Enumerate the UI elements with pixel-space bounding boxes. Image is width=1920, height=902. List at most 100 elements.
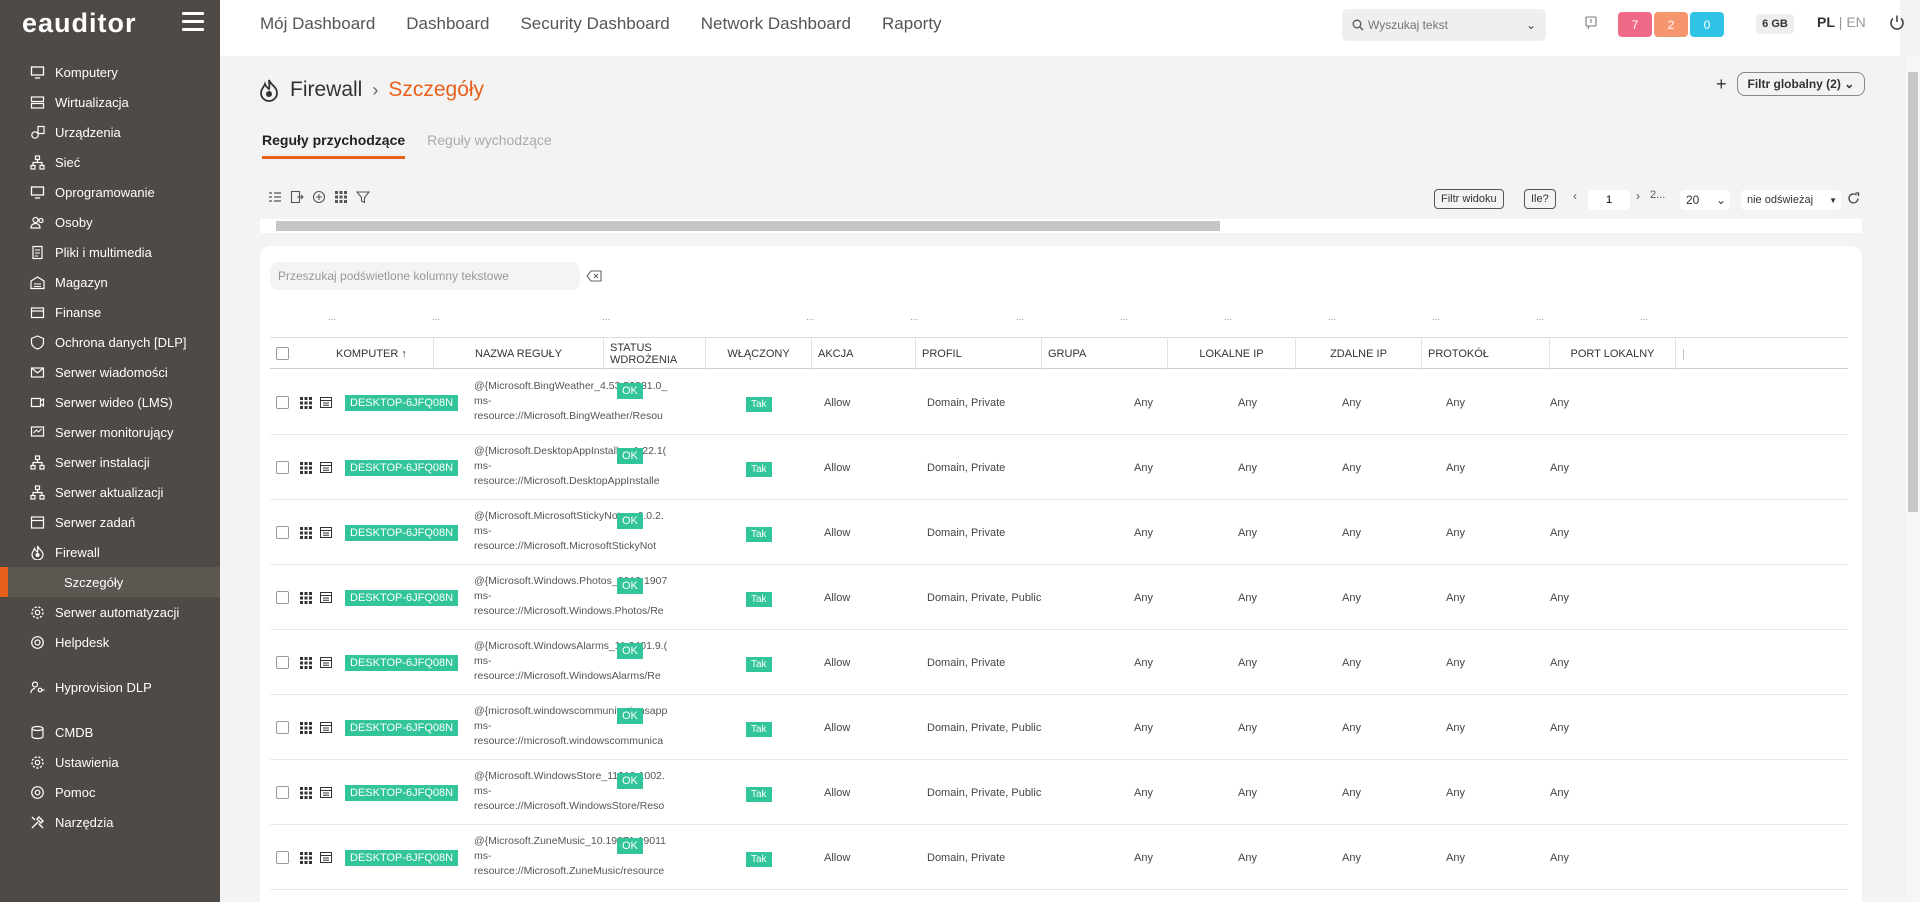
add-filter-icon[interactable]: + [1716, 74, 1727, 95]
table-row[interactable]: DESKTOP-6JFQ08N @{Microsoft.WindowsStore_… [270, 760, 1848, 825]
sidebar-item-pomoc[interactable]: Pomoc [0, 777, 220, 807]
column-filter-icon[interactable]: ... [1432, 312, 1440, 323]
table-row[interactable]: DESKTOP-6JFQ08N @{Microsoft.DesktopAppIns… [270, 435, 1848, 500]
col-computer[interactable]: KOMPUTER ↑ [330, 338, 434, 369]
details-icon[interactable] [320, 592, 332, 603]
next-page-icon[interactable]: › [1636, 189, 1640, 203]
row-checkbox[interactable] [276, 526, 289, 539]
topnav-security-dashboard[interactable]: Security Dashboard [520, 14, 669, 34]
sidebar-item-ochrona-danych-dlp[interactable]: Ochrona danych [DLP] [0, 327, 220, 357]
sidebar-item-serwer-automatyzacji[interactable]: Serwer automatyzacji [0, 597, 220, 627]
row-checkbox[interactable] [276, 721, 289, 734]
breadcrumb-section[interactable]: Firewall [290, 78, 362, 102]
row-checkbox[interactable] [276, 786, 289, 799]
rule-name[interactable]: @{Microsoft.DesktopAppInstaller_1.22.1(m… [474, 444, 674, 489]
sidebar-item-serwer-aktualizacji[interactable]: Serwer aktualizacji [0, 477, 220, 507]
power-icon[interactable] [1888, 14, 1906, 32]
vertical-scrollbar[interactable] [1906, 56, 1920, 902]
refresh-select[interactable]: nie odświeżaj ▼ [1741, 190, 1841, 210]
column-filter-icon[interactable]: ... [432, 312, 440, 323]
alert-badge-critical[interactable]: 7 [1618, 12, 1652, 37]
column-filter-icon[interactable]: ... [806, 312, 814, 323]
column-filter-icon[interactable]: ... [1640, 312, 1648, 323]
sidebar-item-hyprovision-dlp[interactable]: Hyprovision DLP [0, 672, 220, 702]
count-button[interactable]: Ile? [1524, 189, 1556, 209]
row-checkbox[interactable] [276, 396, 289, 409]
rule-name[interactable]: @{Microsoft.Windows.Photos_2019.1907 ms-r… [474, 574, 674, 619]
table-row[interactable]: DESKTOP-6JFQ08N @{Microsoft.WindowsAlarms… [270, 630, 1848, 695]
notification-icon[interactable] [1584, 16, 1598, 30]
table-row[interactable]: DESKTOP-6JFQ08N @{Microsoft.ZuneMusic_10.… [270, 825, 1848, 890]
export-icon[interactable] [290, 190, 304, 204]
computer-tag[interactable]: DESKTOP-6JFQ08N [345, 589, 459, 606]
sidebar-item-pliki-i-multimedia[interactable]: Pliki i multimedia [0, 237, 220, 267]
scrollbar-thumb[interactable] [276, 221, 1220, 231]
column-filter-icon[interactable]: ... [1016, 312, 1024, 323]
details-icon[interactable] [320, 527, 332, 538]
page-number-input[interactable] [1588, 190, 1630, 210]
details-icon[interactable] [320, 722, 332, 733]
computer-tag[interactable]: DESKTOP-6JFQ08N [345, 524, 459, 541]
table-row[interactable]: DESKTOP-6JFQ08N @{Microsoft.BingWeather_4… [270, 370, 1848, 435]
rule-name[interactable]: @{Microsoft.WindowsStore_11910.1002. ms-r… [474, 769, 674, 814]
topnav-dashboard[interactable]: Dashboard [406, 14, 489, 34]
rule-name[interactable]: @{Microsoft.WindowsAlarms_11.2401.9.(ms-… [474, 639, 674, 684]
sidebar-item-narzędzia[interactable]: Narzędzia [0, 807, 220, 837]
col-profile[interactable]: PROFIL [916, 338, 1042, 369]
table-row[interactable]: DESKTOP-6JFQ08N @{microsoft.windowscommun… [270, 695, 1848, 760]
sidebar-item-sieć[interactable]: Sieć [0, 147, 220, 177]
sidebar-item-oprogramowanie[interactable]: Oprogramowanie [0, 177, 220, 207]
table-row[interactable]: DESKTOP-6JFQ08N @{Microsoft.MicrosoftStic… [270, 500, 1848, 565]
grid-icon[interactable] [300, 786, 312, 799]
computer-tag[interactable]: DESKTOP-6JFQ08N [345, 719, 459, 736]
sidebar-item-serwer-wiadomości[interactable]: Serwer wiadomości [0, 357, 220, 387]
global-search[interactable]: ⌄ [1342, 9, 1546, 41]
horizontal-scrollbar[interactable] [260, 219, 1862, 233]
grid-icon[interactable] [334, 190, 348, 204]
sidebar-item-magazyn[interactable]: Magazyn [0, 267, 220, 297]
clear-search-icon[interactable] [586, 270, 602, 282]
col-local-port[interactable]: PORT LOKALNY [1550, 338, 1676, 369]
details-icon[interactable] [320, 397, 332, 408]
grid-icon[interactable] [300, 461, 312, 474]
grid-icon[interactable] [300, 851, 312, 864]
sidebar-item-finanse[interactable]: Finanse [0, 297, 220, 327]
language-switch[interactable]: PL | EN [1817, 14, 1866, 30]
next-page-label[interactable]: 2... [1650, 189, 1665, 201]
grid-icon[interactable] [300, 591, 312, 604]
sidebar-item-ustawienia[interactable]: Ustawienia [0, 747, 220, 777]
sidebar-item-serwer-monitorujący[interactable]: Serwer monitorujący [0, 417, 220, 447]
col-more[interactable]: | [1676, 338, 1696, 369]
tab-inbound-rules[interactable]: Reguły przychodzące [262, 132, 406, 159]
tree-list-icon[interactable] [268, 190, 282, 204]
topnav-my-dashboard[interactable]: Mój Dashboard [260, 14, 375, 34]
alert-badge-warning[interactable]: 2 [1654, 12, 1688, 37]
rule-name[interactable]: @{Microsoft.BingWeather_4.53.52331.0_ ms-… [474, 379, 674, 424]
sidebar-item-osoby[interactable]: Osoby [0, 207, 220, 237]
row-checkbox[interactable] [276, 656, 289, 669]
col-action[interactable]: AKCJA [812, 338, 916, 369]
per-page-select[interactable]: 20 ⌄ [1680, 190, 1730, 210]
details-icon[interactable] [320, 657, 332, 668]
details-icon[interactable] [320, 462, 332, 473]
row-checkbox[interactable] [276, 591, 289, 604]
col-enabled[interactable]: WŁĄCZONY [706, 338, 812, 369]
sidebar-item-cmdb[interactable]: CMDB [0, 717, 220, 747]
grid-icon[interactable] [300, 396, 312, 409]
column-filter-icon[interactable]: ... [1224, 312, 1232, 323]
col-remote-ip[interactable]: ZDALNE IP [1296, 338, 1422, 369]
row-checkbox[interactable] [276, 851, 289, 864]
search-input[interactable] [1368, 18, 1518, 32]
col-local-ip[interactable]: LOKALNE IP [1168, 338, 1296, 369]
grid-icon[interactable] [300, 721, 312, 734]
details-icon[interactable] [320, 852, 332, 863]
sidebar-item-komputery[interactable]: Komputery [0, 57, 220, 87]
brand-logo[interactable]: eauditor [22, 8, 137, 39]
column-filter-icon[interactable]: ... [1536, 312, 1544, 323]
sidebar-item-helpdesk[interactable]: Helpdesk [0, 627, 220, 657]
view-filter-button[interactable]: Filtr widoku [1434, 189, 1504, 209]
sidebar-item-szczegóły[interactable]: Szczegóły [0, 567, 220, 597]
column-filter-icon[interactable]: ... [910, 312, 918, 323]
topnav-reports[interactable]: Raporty [882, 14, 942, 34]
col-rule-name[interactable]: NAZWA REGUŁY [434, 338, 604, 369]
